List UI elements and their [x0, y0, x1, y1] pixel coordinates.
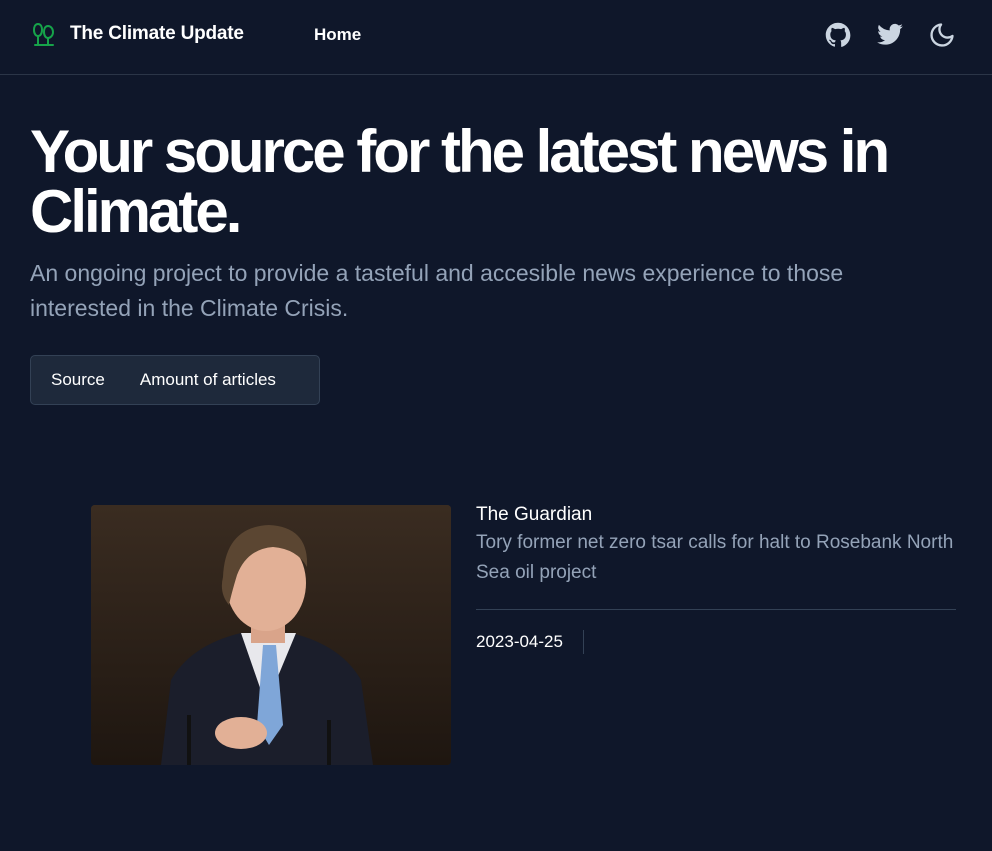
nav-icons	[824, 21, 956, 49]
moon-icon[interactable]	[928, 21, 956, 49]
sort-by-source-button[interactable]: Source	[51, 370, 105, 390]
twitter-icon[interactable]	[876, 21, 904, 49]
article-image[interactable]	[91, 505, 451, 765]
article-headline-link[interactable]: Tory former net zero tsar calls for halt…	[476, 528, 961, 588]
article-meta: 2023-04-25	[476, 630, 956, 654]
github-icon[interactable]	[824, 21, 852, 49]
brand-title: The Climate Update	[70, 23, 244, 44]
article-body: The Guardian Tory former net zero tsar c…	[476, 505, 956, 654]
navbar: The Climate Update Home	[0, 0, 992, 75]
sort-by-amount-button[interactable]: Amount of articles	[140, 370, 276, 390]
page-title: Your source for the latest news in Clima…	[30, 118, 890, 245]
article-source: The Guardian	[476, 504, 593, 525]
article-photo	[91, 505, 451, 765]
article-card: The Guardian Tory former net zero tsar c…	[91, 505, 956, 765]
nav-home-link[interactable]: Home	[314, 25, 361, 45]
article-date: 2023-04-25	[476, 630, 584, 654]
trees-icon	[33, 23, 54, 46]
article-divider	[476, 609, 956, 610]
page-subtitle: An ongoing project to provide a tasteful…	[30, 260, 844, 321]
brand-link[interactable]: The Climate Update	[32, 20, 244, 48]
sort-button-group: Source Amount of articles	[30, 355, 320, 405]
